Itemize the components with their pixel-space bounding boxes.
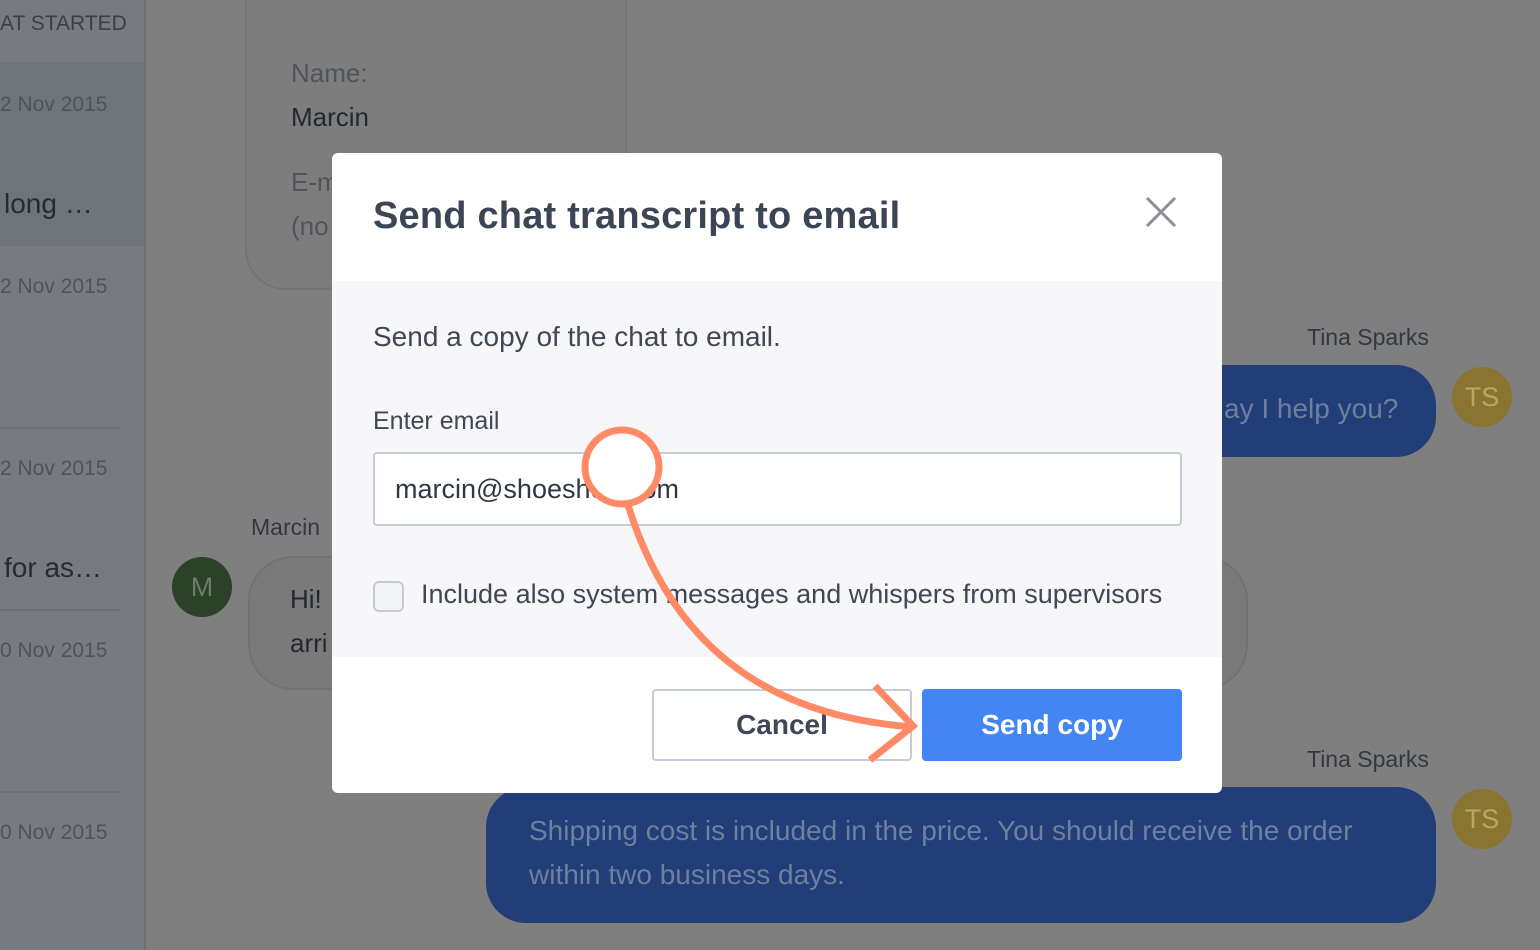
message-author: Tina Sparks <box>1307 746 1429 772</box>
divider <box>0 609 120 611</box>
checkbox-label[interactable]: Include also system messages and whisper… <box>421 579 1162 610</box>
column-header-chat-started: AT STARTED <box>0 12 127 35</box>
name-value: Marcin <box>291 102 370 132</box>
chat-date[interactable]: 2 Nov 2015 <box>0 275 107 299</box>
avatar: TS <box>1452 789 1512 849</box>
send-copy-button[interactable]: Send copy <box>922 689 1182 761</box>
chat-date[interactable]: 0 Nov 2015 <box>0 639 107 663</box>
message-author: Marcin <box>251 514 321 540</box>
chat-date[interactable]: 0 Nov 2015 <box>0 821 107 845</box>
dialog-body: Send a copy of the chat to email. Enter … <box>332 281 1222 657</box>
chat-preview[interactable]: for as… <box>4 552 102 584</box>
avatar: M <box>172 557 232 617</box>
chat-date: 2 Nov 2015 <box>0 93 108 116</box>
chat-preview[interactable]: long … <box>4 188 93 220</box>
dialog-header: Send chat transcript to email <box>332 153 1222 281</box>
email-field-label: Enter email <box>373 407 500 435</box>
email-field[interactable] <box>373 452 1182 526</box>
chat-list-sidebar: AT STARTED 2 Nov 2015 long … 2 Nov 2015 … <box>0 0 146 950</box>
divider <box>0 791 120 793</box>
divider <box>0 427 120 429</box>
cancel-button[interactable]: Cancel <box>652 689 912 761</box>
dialog-description: Send a copy of the chat to email. <box>373 321 781 352</box>
send-transcript-dialog: Send chat transcript to email Send a cop… <box>332 153 1222 793</box>
message-bubble: Shipping cost is included in the price. … <box>486 787 1436 923</box>
message-text: Hi! <box>290 584 322 614</box>
include-system-messages-checkbox[interactable] <box>373 581 404 612</box>
message-text: arri <box>290 628 328 658</box>
close-icon[interactable] <box>1144 195 1178 229</box>
message-author: Tina Sparks <box>1307 324 1429 350</box>
chat-date[interactable]: 2 Nov 2015 <box>0 457 107 481</box>
avatar: TS <box>1452 367 1512 427</box>
name-label: Name: <box>291 58 368 88</box>
email-value: (no <box>291 211 329 241</box>
dialog-title: Send chat transcript to email <box>373 195 901 237</box>
